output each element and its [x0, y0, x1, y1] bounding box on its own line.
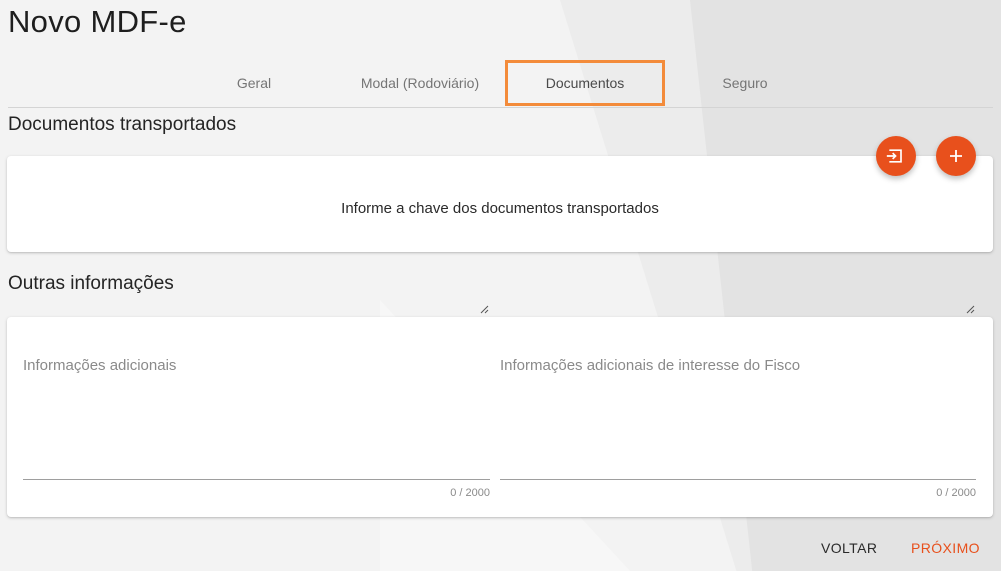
import-document-button[interactable] — [876, 136, 916, 176]
documents-hint: Informe a chave dos documentos transport… — [341, 200, 659, 217]
plus-icon — [950, 150, 962, 162]
tab-geral[interactable]: Geral — [174, 60, 334, 106]
page-title: Novo MDF-e — [8, 4, 187, 39]
resize-handle-icon[interactable] — [479, 304, 489, 314]
tab-documentos[interactable]: Documentos — [505, 60, 665, 106]
fisco-info-counter: 0 / 2000 — [936, 487, 976, 499]
tab-modal-rodoviario[interactable]: Modal (Rodoviário) — [340, 60, 500, 106]
import-icon — [886, 149, 902, 163]
additional-info-counter: 0 / 2000 — [450, 487, 490, 499]
next-button[interactable]: PRÓXIMO — [911, 540, 980, 556]
resize-handle-icon[interactable] — [965, 304, 975, 314]
additional-info-label: Informações adicionais — [23, 357, 177, 374]
documents-card: Informe a chave dos documentos transport… — [7, 156, 993, 252]
other-info-section-title: Outras informações — [8, 273, 174, 294]
add-document-button[interactable] — [936, 136, 976, 176]
documents-section-title: Documentos transportados — [8, 114, 237, 135]
other-info-card: Informações adicionais 0 / 2000 Informaç… — [7, 305, 993, 517]
fisco-info-label: Informações adicionais de interesse do F… — [500, 357, 801, 374]
back-button[interactable]: VOLTAR — [821, 540, 877, 556]
tab-bar: Geral Modal (Rodoviário) Documentos Segu… — [8, 60, 993, 108]
tab-seguro[interactable]: Seguro — [665, 60, 825, 106]
